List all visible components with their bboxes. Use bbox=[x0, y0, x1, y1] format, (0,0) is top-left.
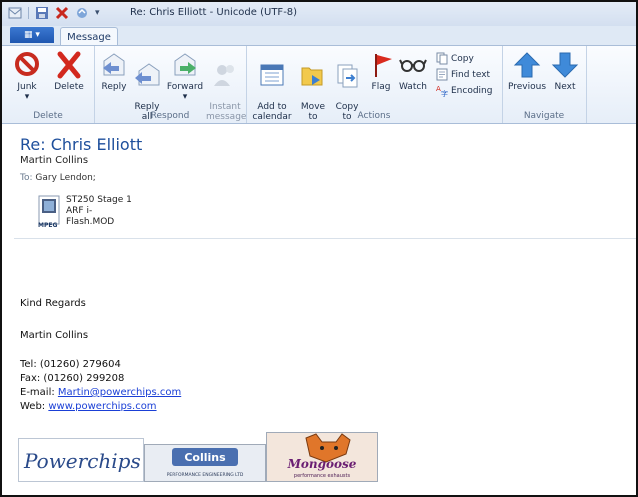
forward-dropdown-arrow: ▾ bbox=[182, 92, 188, 102]
forward-button[interactable]: Forward ▾ bbox=[166, 50, 204, 102]
powerchips-logo: Powerchips bbox=[18, 438, 144, 482]
down-arrow-icon bbox=[551, 52, 579, 78]
find-text-icon bbox=[436, 68, 448, 81]
delete-button[interactable]: Delete bbox=[52, 50, 86, 92]
encoding-icon: A字 bbox=[436, 85, 448, 97]
collins-logo-text: Collins bbox=[184, 451, 226, 464]
ribbon-group-respond: Reply Reply all Forward ▾ Instant messag… bbox=[94, 46, 247, 123]
reply-icon bbox=[103, 53, 125, 76]
signature-logos: Powerchips Collins PERFORMANCE ENGINEERI… bbox=[18, 432, 378, 482]
ribbon: Junk ▾ Delete Delete Reply Reply all For… bbox=[2, 45, 636, 124]
file-menu-button[interactable]: ▦ ▾ bbox=[10, 27, 54, 43]
signature-name: Martin Collins bbox=[20, 330, 89, 341]
attachment-name: ST250 Stage 1 ARF i- Flash.MOD bbox=[66, 195, 132, 227]
previous-label: Previous bbox=[508, 82, 547, 92]
move-folder-icon bbox=[301, 67, 323, 86]
forward-icon bbox=[174, 53, 196, 76]
watch-label: Watch bbox=[398, 82, 428, 92]
powerchips-logo-text: Powerchips bbox=[23, 449, 141, 473]
copy-icon bbox=[436, 52, 448, 65]
delete-icon bbox=[57, 51, 81, 79]
web-label: Web: bbox=[20, 401, 49, 412]
window-title: Re: Chris Elliott - Unicode (UTF-8) bbox=[130, 7, 298, 18]
find-text-label: Find text bbox=[451, 69, 491, 80]
ribbon-group-delete: Junk ▾ Delete Delete bbox=[2, 46, 95, 123]
reply-button[interactable]: Reply bbox=[98, 50, 130, 92]
save-icon[interactable] bbox=[35, 6, 49, 20]
junk-button[interactable]: Junk ▾ bbox=[12, 50, 42, 102]
tab-message[interactable]: Message bbox=[60, 27, 118, 46]
forward-label: Forward bbox=[166, 82, 204, 92]
reply-all-icon bbox=[135, 63, 160, 86]
glasses-icon bbox=[399, 59, 427, 72]
ribbon-tabs: ▦ ▾ Message bbox=[2, 26, 636, 46]
flag-icon bbox=[375, 54, 392, 77]
delete-group-label: Delete bbox=[33, 111, 63, 121]
watch-button[interactable]: Watch bbox=[398, 50, 428, 92]
to-recipient[interactable]: Gary Lendon; bbox=[35, 173, 95, 183]
collins-logo: Collins PERFORMANCE ENGINEERING LTD bbox=[144, 444, 266, 482]
calendar-icon bbox=[260, 64, 284, 86]
reply-label: Reply bbox=[101, 82, 127, 92]
delete-x-icon[interactable] bbox=[55, 6, 69, 20]
up-arrow-icon bbox=[513, 52, 541, 78]
email-line: E-mail: Martin@powerchips.com bbox=[20, 387, 181, 398]
ribbon-group-actions: Add to calendar Move to Copy to Flag Wat… bbox=[246, 46, 503, 123]
mongoose-logo-subtext: performance exhausts bbox=[294, 473, 351, 479]
web-line: Web: www.powerchips.com bbox=[20, 401, 157, 412]
find-text-button[interactable]: Find text bbox=[436, 68, 490, 81]
copy-button[interactable]: Copy bbox=[436, 52, 474, 65]
sync-icon[interactable] bbox=[75, 6, 89, 20]
ribbon-group-navigate: Previous Next Navigate bbox=[502, 46, 587, 123]
flag-label: Flag bbox=[371, 82, 391, 92]
email-link[interactable]: Martin@powerchips.com bbox=[58, 387, 181, 398]
next-button[interactable]: Next bbox=[550, 50, 580, 92]
copy-label: Copy bbox=[451, 53, 474, 64]
attachment-type-label: MPEG bbox=[38, 222, 58, 229]
customize-qat-dropdown[interactable]: ▾ bbox=[95, 8, 100, 18]
encoding-label: Encoding bbox=[451, 85, 493, 96]
actions-group-label: Actions bbox=[357, 111, 391, 121]
junk-icon bbox=[15, 52, 39, 76]
email-label: E-mail: bbox=[20, 387, 58, 398]
to-label: To: bbox=[20, 173, 33, 183]
regards-text: Kind Regards bbox=[20, 298, 86, 309]
message-sender[interactable]: Martin Collins bbox=[20, 155, 88, 166]
delete-label: Delete bbox=[54, 82, 84, 92]
next-label: Next bbox=[554, 82, 576, 92]
flag-button[interactable]: Flag bbox=[368, 50, 394, 92]
navigate-group-label: Navigate bbox=[523, 111, 565, 121]
junk-label: Junk bbox=[17, 82, 37, 92]
instant-message-icon bbox=[214, 65, 234, 86]
mongoose-logo-text: Mongoose bbox=[287, 457, 357, 471]
mongoose-logo: Mongoose performance exhausts bbox=[266, 432, 378, 482]
respond-group-label: Respond bbox=[150, 111, 190, 121]
web-link[interactable]: www.powerchips.com bbox=[48, 401, 156, 412]
to-line: To: Gary Lendon; bbox=[20, 173, 96, 183]
app-icon[interactable] bbox=[8, 6, 22, 20]
previous-button[interactable]: Previous bbox=[508, 50, 546, 92]
header-divider bbox=[14, 238, 636, 239]
mpeg-file-icon bbox=[38, 195, 60, 225]
title-bar: ▾ Re: Chris Elliott - Unicode (UTF-8) bbox=[2, 2, 636, 27]
encoding-button[interactable]: A字 Encoding bbox=[436, 84, 492, 97]
email-window: ▾ Re: Chris Elliott - Unicode (UTF-8) ▦ … bbox=[0, 0, 638, 497]
phone-line: Tel: (01260) 279604 bbox=[20, 359, 121, 370]
collins-logo-subtext: PERFORMANCE ENGINEERING LTD bbox=[167, 472, 244, 478]
message-subject: Re: Chris Elliott bbox=[20, 135, 143, 154]
fax-line: Fax: (01260) 299208 bbox=[20, 373, 125, 384]
quick-access-toolbar: ▾ bbox=[8, 6, 100, 20]
copy-to-icon bbox=[337, 64, 358, 88]
junk-dropdown-arrow: ▾ bbox=[24, 92, 30, 102]
svg-text:字: 字 bbox=[441, 89, 448, 97]
